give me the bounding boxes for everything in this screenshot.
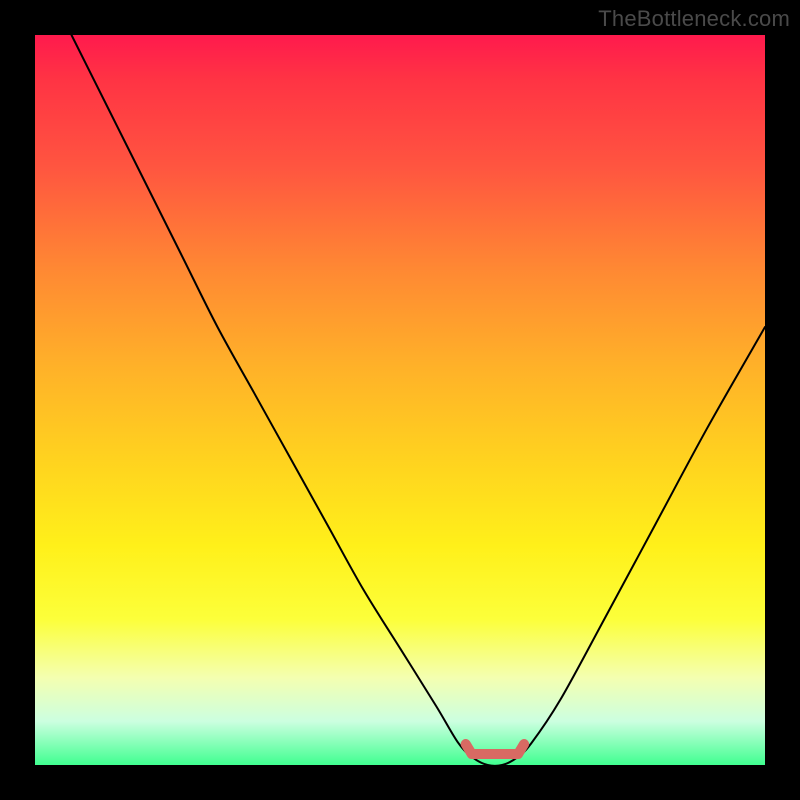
watermark-text: TheBottleneck.com — [598, 6, 790, 32]
curve-overlay — [35, 35, 765, 765]
optimal-range-marker — [466, 744, 524, 754]
plot-area — [35, 35, 765, 765]
chart-frame: TheBottleneck.com — [0, 0, 800, 800]
bottleneck-curve — [72, 35, 766, 765]
